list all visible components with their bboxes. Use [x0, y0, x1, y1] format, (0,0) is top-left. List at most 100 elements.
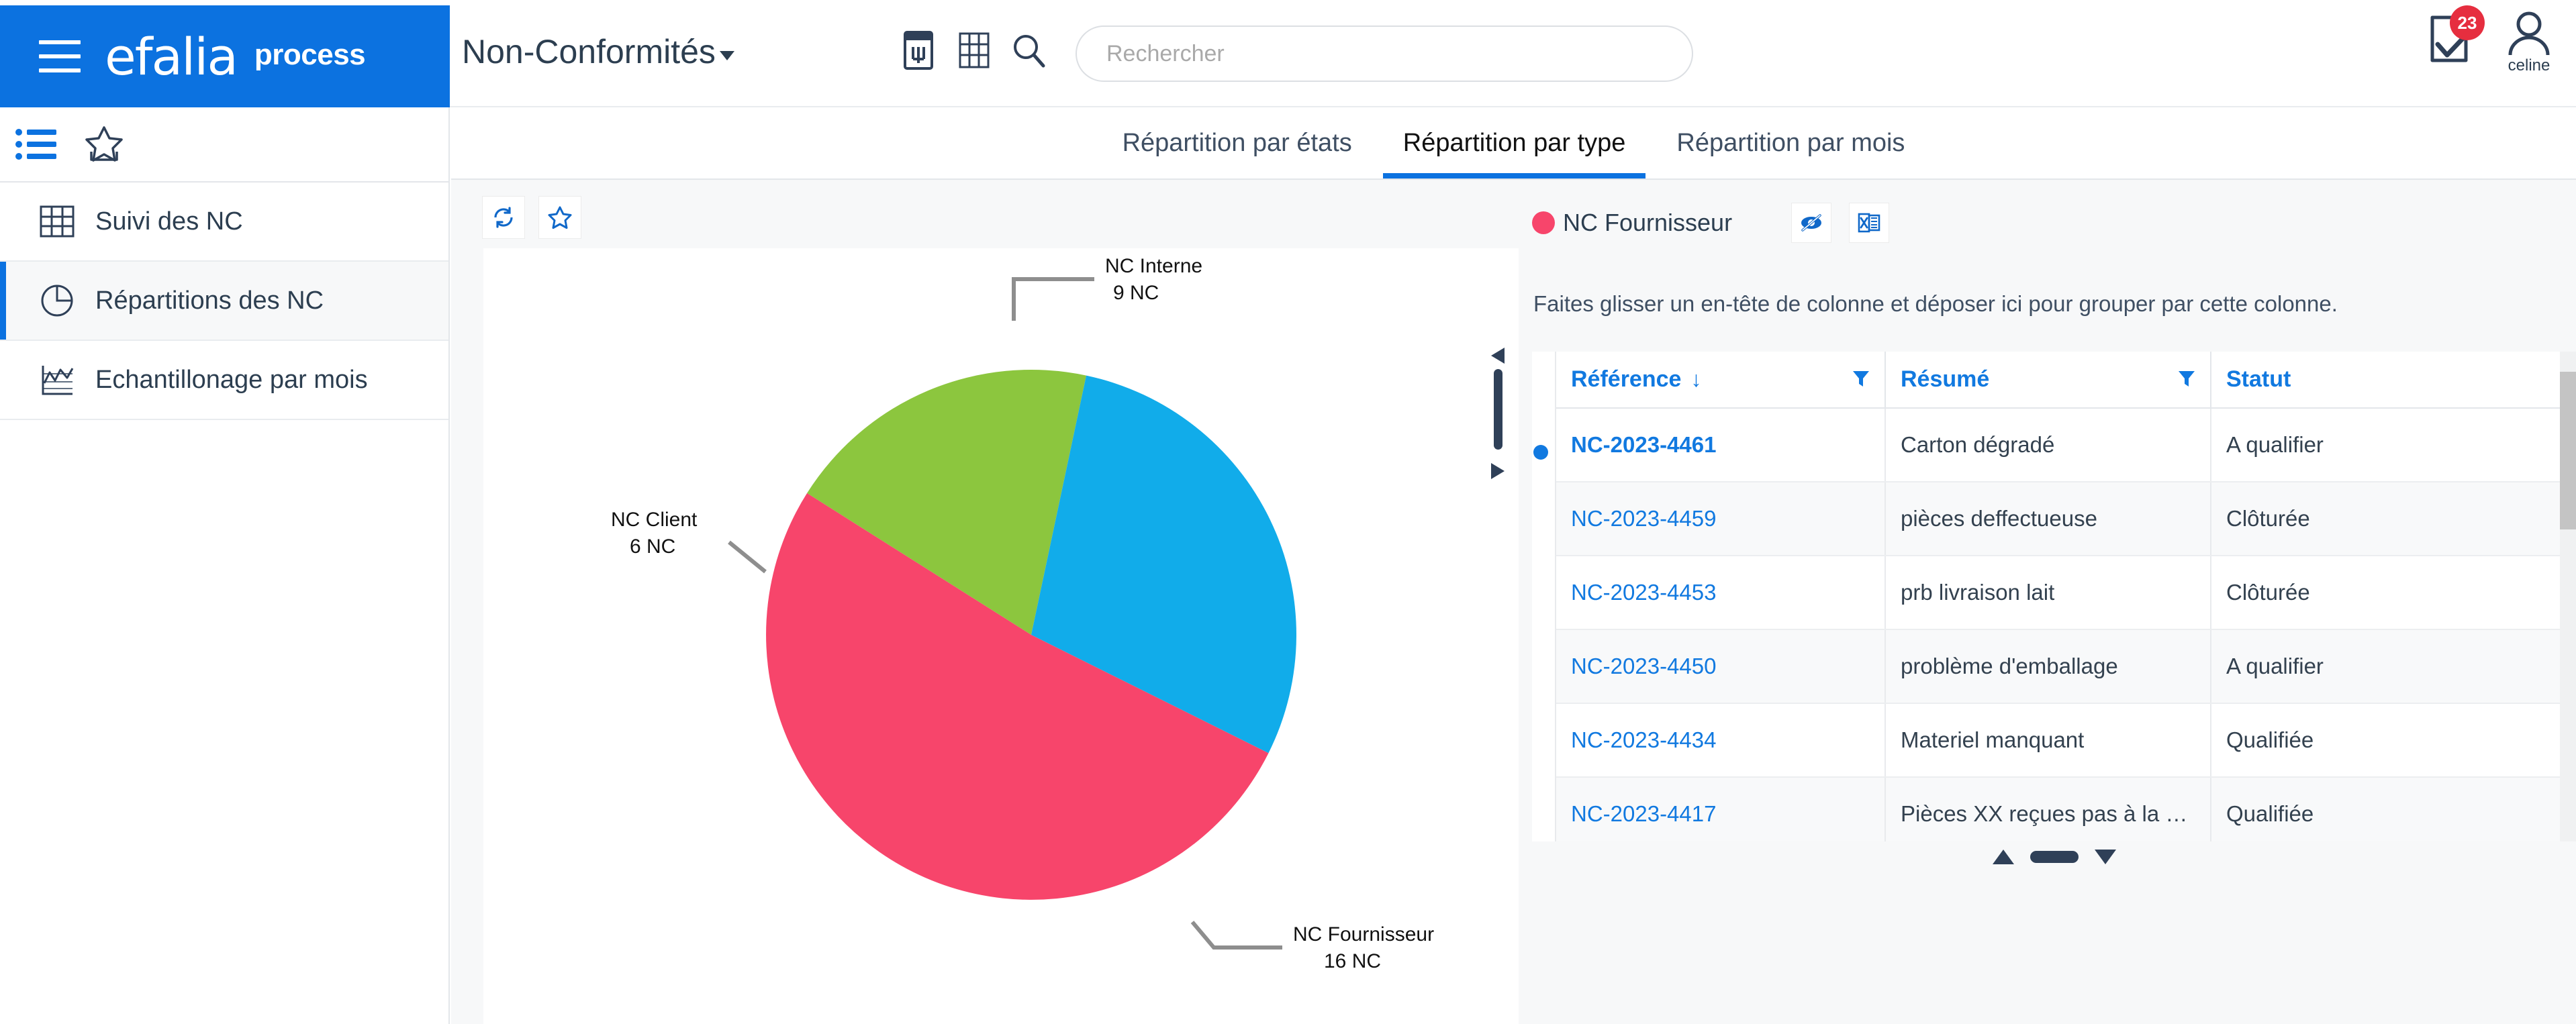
tab-repartition-par-etats[interactable]: Répartition par états: [1097, 107, 1378, 178]
details-grid: Référence ↓ Résumé Statut NC-2023-4461 C…: [1532, 352, 2576, 841]
splitter-collapse-left-icon[interactable]: [1491, 348, 1505, 364]
avatar-icon: [2508, 11, 2550, 56]
details-legend: NC Fournisseur: [1532, 203, 1890, 243]
refresh-icon: [494, 207, 513, 228]
filter-funnel-icon[interactable]: [1852, 370, 1870, 390]
splitter-handle[interactable]: [1494, 369, 1502, 450]
logo-process-text: process: [254, 38, 366, 71]
splitter-expand-right-icon[interactable]: [1491, 463, 1505, 479]
column-header-statut[interactable]: Statut: [2211, 352, 2576, 409]
user-profile[interactable]: celine: [2497, 9, 2561, 75]
cell-statut: Clôturée: [2211, 482, 2576, 556]
search-input[interactable]: [1106, 27, 1692, 81]
column-header-reference[interactable]: Référence ↓: [1556, 352, 1886, 409]
table-view-icon[interactable]: [955, 30, 992, 71]
page-title[interactable]: Non-Conformités: [462, 32, 734, 71]
column-header-label: Référence: [1571, 366, 1682, 392]
cell-reference[interactable]: NC-2023-4453: [1556, 556, 1886, 630]
pager-handle[interactable]: [2030, 851, 2079, 863]
notification-badge: 23: [2450, 5, 2485, 40]
table-row[interactable]: NC-2023-4461 Carton dégradé A qualifier: [1556, 408, 2576, 482]
search-box[interactable]: [1076, 25, 1693, 82]
toggle-visibility-button[interactable]: [1791, 203, 1832, 243]
tab-repartition-par-mois[interactable]: Répartition par mois: [1651, 107, 1930, 178]
tab-repartition-par-type[interactable]: Répartition par type: [1378, 107, 1652, 178]
cell-statut: A qualifier: [2211, 629, 2576, 704]
sidebar-item-suivi-des-nc[interactable]: Suivi des NC: [0, 183, 448, 262]
pie-chart-panel: NC Interne 9 NC NC Client 6 NC NC Fourni…: [483, 248, 1524, 1024]
refresh-chart-button[interactable]: [482, 196, 525, 239]
column-header-resume[interactable]: Résumé: [1885, 352, 2211, 409]
cell-statut: Clôturée: [2211, 556, 2576, 630]
header-icon-group: [900, 30, 1047, 71]
table-row[interactable]: NC-2023-4450 problème d'emballage A qual…: [1556, 629, 2576, 704]
cell-resume: pièces deffectueuse: [1885, 482, 2211, 556]
cell-reference[interactable]: NC-2023-4461: [1556, 408, 1886, 482]
pager-down-icon[interactable]: [2094, 850, 2116, 864]
column-header-label: Statut: [2226, 366, 2291, 392]
callout-line-nc-fournisseur: [1190, 921, 1282, 950]
favorites-inbox-icon[interactable]: [83, 123, 125, 165]
column-header-label: Résumé: [1901, 366, 1990, 392]
excel-export-icon: [1858, 213, 1880, 233]
pager-up-icon[interactable]: [1992, 850, 2014, 864]
cell-reference[interactable]: NC-2023-4450: [1556, 629, 1886, 704]
legend-label: NC Fournisseur: [1563, 209, 1733, 236]
callout-line-nc-client: [728, 540, 767, 574]
content-area: Répartition par états Répartition par ty…: [451, 107, 2576, 1024]
sidebar-item-echantillonage-par-mois[interactable]: Echantillonage par mois: [0, 341, 448, 420]
cell-resume: Carton dégradé: [1885, 408, 2211, 482]
chevron-down-icon: [719, 51, 734, 60]
hamburger-menu-icon[interactable]: [39, 40, 81, 72]
table-row[interactable]: NC-2023-4434 Materiel manquant Qualifiée: [1556, 703, 2576, 778]
star-icon: [548, 206, 572, 229]
grid-icon: [39, 203, 75, 240]
panel-splitter[interactable]: [1483, 248, 1511, 1024]
selected-row-marker: [1533, 445, 1548, 460]
table-row[interactable]: NC-2023-4417 Pièces XX reçues pas à la b…: [1556, 777, 2576, 841]
cell-reference[interactable]: NC-2023-4417: [1556, 777, 1886, 841]
export-excel-button[interactable]: [1849, 203, 1890, 243]
list-view-icon[interactable]: [15, 123, 56, 165]
cell-statut: Qualifiée: [2211, 703, 2576, 778]
cell-resume: Pièces XX reçues pas à la bo...: [1885, 777, 2211, 841]
user-area: 23 celine: [2423, 5, 2561, 75]
brand-logo-block: efalia process: [0, 5, 450, 107]
sidebar-item-label: Echantillonage par mois: [95, 365, 368, 394]
favorite-chart-button[interactable]: [538, 196, 581, 239]
grid-pager: [1532, 841, 2576, 872]
sidebar-item-repartitions-des-nc[interactable]: Répartitions des NC: [0, 262, 448, 341]
pie-chart[interactable]: NC Interne 9 NC NC Client 6 NC NC Fourni…: [483, 248, 1524, 1024]
legend-color-dot: [1532, 211, 1555, 234]
user-name: celine: [2508, 56, 2550, 74]
grid-vertical-scrollbar[interactable]: [2560, 352, 2576, 841]
details-table: Référence ↓ Résumé Statut NC-2023-4461 C…: [1556, 352, 2576, 841]
document-view-icon[interactable]: [900, 30, 937, 71]
top-bar: efalia process Non-Conformités Recherche…: [0, 0, 2576, 107]
tab-bar: Répartition par états Répartition par ty…: [451, 107, 2576, 180]
sidebar: Suivi des NC Répartitions des NC Echanti…: [0, 107, 450, 1024]
cell-reference[interactable]: NC-2023-4434: [1556, 703, 1886, 778]
table-header-row: Référence ↓ Résumé Statut: [1556, 352, 2576, 409]
table-row[interactable]: NC-2023-4459 pièces deffectueuse Clôturé…: [1556, 482, 2576, 556]
page-title-text: Non-Conformités: [462, 33, 716, 70]
cell-reference[interactable]: NC-2023-4459: [1556, 482, 1886, 556]
grid-scrollbar-thumb[interactable]: [2560, 372, 2576, 529]
cell-statut: Qualifiée: [2211, 777, 2576, 841]
logo-efalia-text: efalia: [105, 26, 238, 87]
filter-funnel-icon[interactable]: [2178, 370, 2195, 390]
hide-eye-icon: [1801, 214, 1822, 232]
cell-resume: problème d'emballage: [1885, 629, 2211, 704]
group-by-drop-hint[interactable]: Faites glisser un en-tête de colonne et …: [1533, 291, 2338, 317]
table-row[interactable]: NC-2023-4453 prb livraison lait Clôturée: [1556, 556, 2576, 630]
cell-resume: Materiel manquant: [1885, 703, 2211, 778]
line-chart-icon: [39, 362, 75, 398]
pie-label-nc-client-name: NC Client: [611, 509, 698, 531]
chart-toolbar: [482, 196, 581, 239]
cell-resume: prb livraison lait: [1885, 556, 2211, 630]
notifications-button[interactable]: 23: [2423, 5, 2485, 70]
search-icon[interactable]: [1010, 30, 1047, 71]
sort-arrow-icon[interactable]: ↓: [1690, 367, 1701, 391]
pie-label-nc-client-value: 6 NC: [630, 535, 675, 558]
pie-label-nc-fournisseur-value: 16 NC: [1324, 950, 1381, 972]
